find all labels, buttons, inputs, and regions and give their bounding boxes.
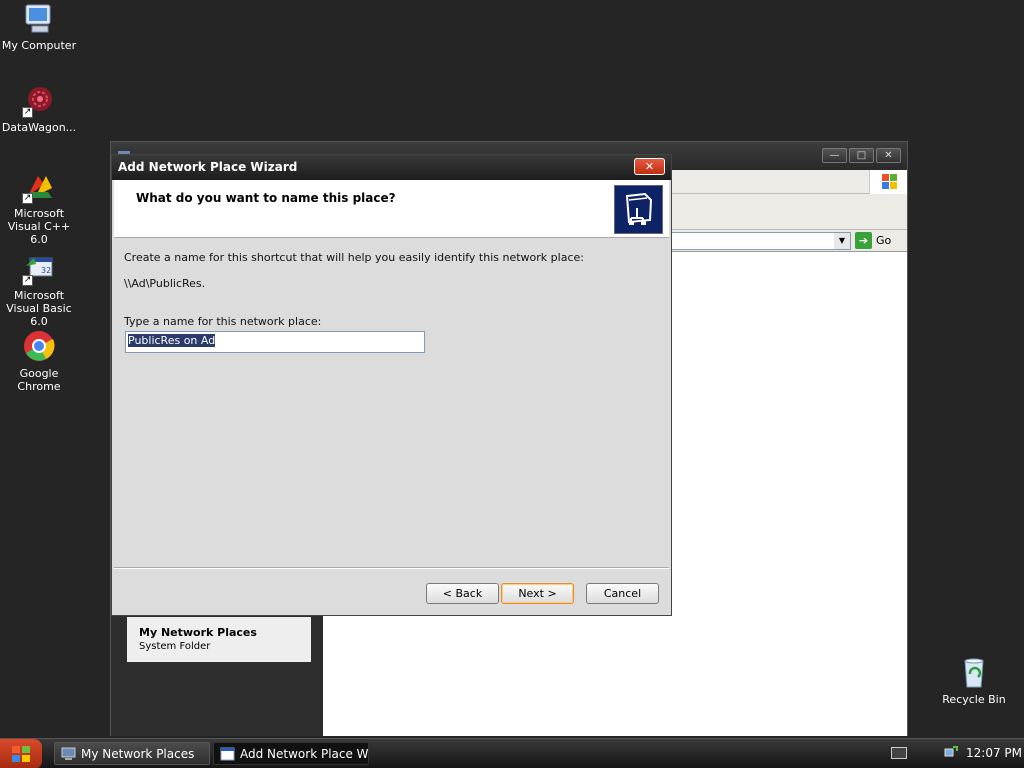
window-icon xyxy=(220,747,235,761)
svg-text:32: 32 xyxy=(41,266,51,275)
shortcut-arrow-icon: ↗ xyxy=(22,275,33,286)
windows-logo-icon xyxy=(869,170,907,194)
cancel-button[interactable]: Cancel xyxy=(586,583,659,604)
network-places-icon xyxy=(61,747,76,760)
desktop-icon-label: DataWagon... xyxy=(1,121,77,134)
taskbar-item-my-network-places[interactable]: My Network Places xyxy=(54,742,210,765)
details-title: My Network Places xyxy=(139,626,257,639)
wizard-header: What do you want to name this place? xyxy=(114,180,669,238)
start-button[interactable] xyxy=(0,739,42,768)
desktop-icon-label: Microsoft Visual Basic 6.0 xyxy=(6,289,72,328)
details-subtitle: System Folder xyxy=(139,641,211,652)
desktop-icon-label: My Computer xyxy=(1,39,77,52)
chrome-icon xyxy=(22,330,56,364)
desktop-icon-visual-cpp[interactable]: ↗ Microsoft Visual C++ 6.0 xyxy=(0,170,78,246)
desktop-icon-google-chrome[interactable]: Google Chrome xyxy=(0,330,78,393)
desktop-icon-recycle-bin[interactable]: Recycle Bin xyxy=(935,656,1013,706)
recycle-bin-icon xyxy=(957,656,991,690)
wizard-question: What do you want to name this place? xyxy=(136,191,396,205)
shortcut-arrow-icon: ↗ xyxy=(22,193,33,204)
taskbar-item-label: My Network Places xyxy=(81,747,195,761)
visual-cpp-icon: ↗ xyxy=(22,170,56,204)
explorer-window-controls: — □ ✕ xyxy=(822,148,901,163)
system-clock[interactable]: 12:07 PM xyxy=(966,746,1022,760)
desktop-icon-visual-basic[interactable]: 32 ↗ Microsoft Visual Basic 6.0 xyxy=(0,252,78,328)
details-panel: My Network Places System Folder xyxy=(127,617,311,662)
desktop-icon-datawagon[interactable]: ↗ DataWagon... xyxy=(0,84,78,134)
maximize-button[interactable]: □ xyxy=(849,148,874,163)
wizard-title: Add Network Place Wizard xyxy=(118,160,298,174)
network-path: \\Ad\PublicRes. xyxy=(124,277,206,290)
wizard-close-button[interactable]: ✕ xyxy=(634,158,665,175)
close-button[interactable]: ✕ xyxy=(876,148,901,163)
computer-icon xyxy=(22,2,56,36)
wizard-body: Create a name for this shortcut that wil… xyxy=(114,239,669,566)
go-button[interactable]: ➔ Go xyxy=(855,232,891,249)
desktop-icon-label: Recycle Bin xyxy=(942,693,1006,706)
network-folder-icon xyxy=(614,185,663,234)
desktop-icon-label: Microsoft Visual C++ 6.0 xyxy=(7,207,71,246)
name-input-value: PublicRes on Ad xyxy=(128,334,216,347)
next-button[interactable]: Next > xyxy=(501,583,574,604)
name-field-label: Type a name for this network place: xyxy=(124,315,322,328)
wizard-description: Create a name for this shortcut that wil… xyxy=(124,251,584,264)
taskbar: My Network Places Add Network Place Wi..… xyxy=(0,738,1024,768)
network-status-icon[interactable] xyxy=(944,745,958,760)
taskbar-item-add-network-place-wizard[interactable]: Add Network Place Wi... xyxy=(213,742,369,765)
add-network-place-wizard[interactable]: Add Network Place Wizard ✕ What do you w… xyxy=(111,154,672,616)
shortcut-arrow-icon: ↗ xyxy=(22,107,33,118)
keyboard-icon[interactable] xyxy=(891,747,907,759)
go-label: Go xyxy=(876,234,892,247)
chevron-down-icon[interactable]: ▼ xyxy=(834,233,850,249)
address-input[interactable]: ▼ xyxy=(671,232,851,250)
windows-logo-icon xyxy=(12,746,30,762)
network-place-name-input[interactable]: PublicRes on Ad xyxy=(125,331,425,353)
desktop-icon-label: Google Chrome xyxy=(17,367,61,393)
visual-basic-icon: 32 ↗ xyxy=(22,252,56,286)
back-button[interactable]: < Back xyxy=(426,583,499,604)
desktop-icon-my-computer[interactable]: My Computer xyxy=(0,2,78,52)
wizard-divider xyxy=(114,567,669,569)
taskbar-item-label: Add Network Place Wi... xyxy=(240,747,369,761)
datawagon-icon: ↗ xyxy=(22,84,56,118)
go-arrow-icon: ➔ xyxy=(855,232,872,249)
wizard-title-bar[interactable]: Add Network Place Wizard xyxy=(112,155,671,180)
minimize-button[interactable]: — xyxy=(822,148,847,163)
